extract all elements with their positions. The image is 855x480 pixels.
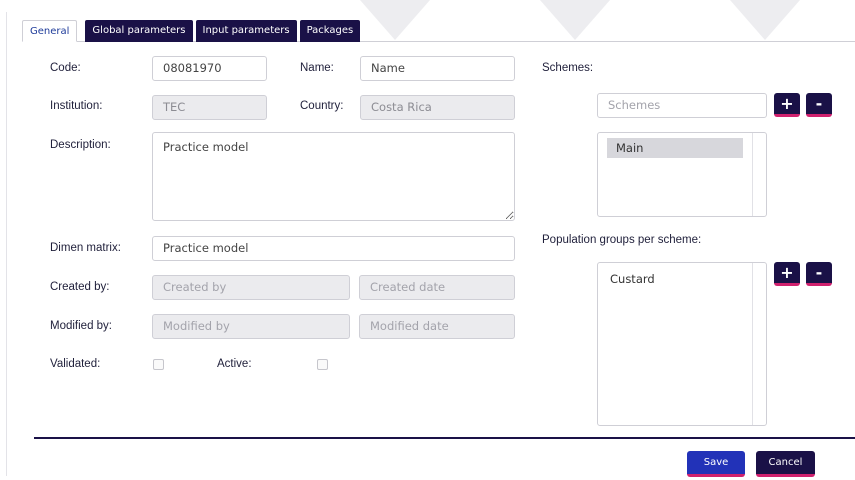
- created-date-field: Created date: [359, 275, 515, 300]
- institution-label: Institution:: [50, 100, 103, 112]
- name-label: Name:: [300, 62, 334, 74]
- created-by-field: Created by: [152, 275, 350, 300]
- left-border: [6, 12, 7, 476]
- footer-divider: [34, 437, 855, 439]
- code-field[interactable]: 08081970: [152, 56, 267, 81]
- dimen-matrix-field[interactable]: Practice model: [152, 236, 515, 261]
- description-label: Description:: [50, 139, 111, 151]
- active-checkbox[interactable]: [317, 359, 328, 370]
- population-groups-label: Population groups per scheme:: [542, 234, 702, 246]
- validated-label: Validated:: [50, 358, 101, 370]
- remove-population-button[interactable]: -: [806, 262, 832, 286]
- active-label: Active:: [217, 358, 252, 370]
- schemes-input[interactable]: Schemes: [597, 93, 767, 118]
- tab-packages[interactable]: Packages: [299, 20, 361, 42]
- add-scheme-button[interactable]: +: [774, 93, 800, 117]
- tab-general[interactable]: General: [22, 20, 78, 42]
- country-field: Costa Rica: [360, 95, 515, 120]
- population-groups-listbox[interactable]: Custard: [597, 262, 767, 426]
- modified-by-label: Modified by:: [50, 320, 113, 332]
- created-by-label: Created by:: [50, 281, 110, 293]
- model-editor-window: General Global parameters Input paramete…: [0, 0, 855, 480]
- population-item-custard[interactable]: Custard: [601, 269, 741, 289]
- name-field[interactable]: Name: [360, 56, 515, 81]
- scheme-item-main[interactable]: Main: [607, 138, 743, 158]
- save-button[interactable]: Save: [687, 451, 745, 477]
- tab-bar: General Global parameters Input paramete…: [22, 20, 855, 42]
- code-label: Code:: [50, 62, 81, 74]
- schemes-listbox[interactable]: Main: [597, 132, 767, 217]
- institution-field: TEC: [152, 95, 267, 120]
- modified-by-field: Modified by: [152, 314, 350, 339]
- country-label: Country:: [300, 100, 344, 112]
- cancel-button[interactable]: Cancel: [756, 451, 815, 477]
- dimen-matrix-label: Dimen matrix:: [50, 242, 121, 254]
- description-textarea[interactable]: Practice model: [152, 132, 515, 221]
- remove-scheme-button[interactable]: -: [806, 93, 832, 117]
- add-population-button[interactable]: +: [774, 262, 800, 286]
- schemes-scrollbar[interactable]: [752, 133, 766, 216]
- schemes-label: Schemes:: [542, 62, 594, 74]
- tab-input-parameters[interactable]: Input parameters: [195, 20, 297, 42]
- validated-checkbox[interactable]: [153, 359, 164, 370]
- tab-global-parameters[interactable]: Global parameters: [85, 20, 193, 42]
- population-scrollbar[interactable]: [752, 263, 766, 425]
- modified-date-field: Modified date: [359, 314, 515, 339]
